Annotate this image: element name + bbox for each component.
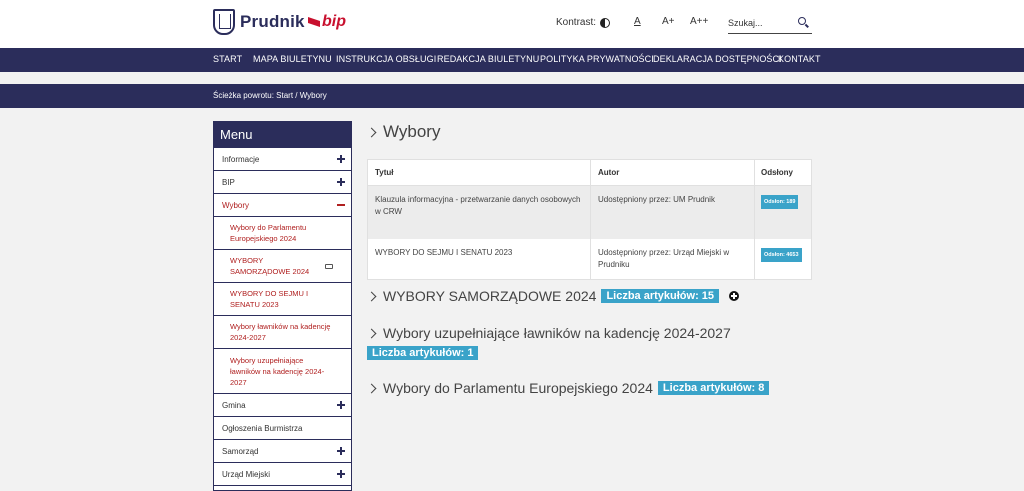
article-count-badge: Liczba artykułów: 8 [657,381,770,395]
table-row[interactable]: WYBORY DO SEJMU I SENATU 2023 Udostępnio… [368,239,811,279]
sidebar-item-label: Ogłoszenia Burmistrza [222,423,303,433]
views-badge: Odsłon: 189 [761,195,799,209]
coat-of-arms-icon [213,9,235,35]
page-title: Wybory [366,122,441,142]
row-author: Udostępniony przez: UM Prudnik [598,195,715,204]
logo-text: Prudnik [240,12,305,31]
column-header-author[interactable]: Autor [591,160,755,185]
sidebar-item-label: BIP [222,177,235,187]
sidebar-item-informacje[interactable]: Informacje [214,148,351,171]
expand-plus-icon[interactable] [337,470,345,478]
section-samorzadowe-2024[interactable]: WYBORY SAMORZĄDOWE 2024 Liczba artykułów… [366,288,740,304]
sidebar-subitem-label: Wybory uzupełniające ławników na kadencj… [230,355,325,387]
font-size-medium-button[interactable]: A+ [662,16,675,27]
sidebar-subitem-label: Wybory ławników na kadencję 2024-2027 [230,322,331,342]
bip-text: bip [322,13,346,30]
sidebar-subitem-label: Wybory do Parlamentu Europejskiego 2024 [230,223,307,243]
section-title[interactable]: Wybory uzupełniające ławników na kadencj… [383,325,731,341]
sidebar-item-wybory[interactable]: Wybory [214,194,351,217]
views-badge: Odsłon: 4653 [761,248,802,262]
search-box [728,12,812,34]
sidebar-item-label: Urząd Miejski [222,469,271,479]
main-navigation: START MAPA BIULETYNU INSTRUKCJA OBSŁUGI … [0,48,1024,72]
page-title-text: Wybory [383,122,441,141]
breadcrumb-bar: Ścieżka powrotu: Start / Wybory [0,84,1024,108]
nav-editorial[interactable]: REDAKCJA BIULETYNU [437,54,539,64]
section-parlament-2024[interactable]: Wybory do Parlamentu Europejskiego 2024 … [366,380,770,396]
search-icon[interactable] [798,17,806,25]
row-author: Udostępniony przez: Urząd Miejski w Prud… [598,248,730,269]
bip-flag-icon [308,17,320,27]
nav-contact[interactable]: KONTAKT [778,54,821,64]
table-header: Tytuł Autor Odsłony [368,160,811,186]
breadcrumb[interactable]: Ścieżka powrotu: Start / Wybory [213,91,327,100]
nav-privacy-policy[interactable]: POLITYKA PRYWATNOŚCI [540,54,654,64]
sidebar-item-bip[interactable]: BIP [214,171,351,194]
nav-instructions[interactable]: INSTRUKCJA OBSŁUGI [336,54,436,64]
site-logo[interactable]: Prudnik [213,9,305,35]
plus-circle-icon[interactable] [729,291,740,301]
sidebar-subitem-label: WYBORY SAMORZĄDOWE 2024 [230,256,310,276]
expand-plus-icon[interactable] [337,447,345,455]
nav-start[interactable]: START [213,54,242,64]
font-size-large-button[interactable]: A++ [690,16,708,27]
site-header: Prudnik bip Kontrast: A A+ A++ [0,0,1024,48]
sidebar-item-gmina[interactable]: Gmina [214,394,351,417]
nav-accessibility[interactable]: DEKLARACJA DOSTĘPNOŚCI [653,54,782,64]
contrast-label: Kontrast: [556,17,597,28]
chevron-right-icon [366,127,377,137]
bip-logo[interactable]: bip [308,13,346,31]
expand-plus-icon[interactable] [337,155,345,163]
expand-plus-icon[interactable] [337,178,345,186]
contrast-toggle-icon[interactable] [600,18,610,28]
sidebar-item-samorzad[interactable]: Samorząd [214,440,351,463]
menu-title: Menu [214,122,351,148]
expand-plus-icon[interactable] [337,401,345,409]
sidebar-item-label: Informacje [222,154,260,164]
articles-table: Tytuł Autor Odsłony Klauzula informacyjn… [367,159,812,280]
search-input[interactable] [728,17,792,28]
article-count-badge: Liczba artykułów: 15 [601,289,720,303]
chevron-right-icon [366,383,377,393]
table-row[interactable]: Klauzula informacyjna - przetwarzanie da… [368,186,811,239]
sidebar-item-urzad-miejski[interactable]: Urząd Miejski [214,463,351,486]
font-size-normal-button[interactable]: A [634,16,641,27]
sidebar-subitem-label: WYBORY DO SEJMU I SENATU 2023 [230,289,309,309]
nav-site-map[interactable]: MAPA BIULETYNU [253,54,332,64]
sidebar-subitem-lawnicy-uzupelniajace[interactable]: Wybory uzupełniające ławników na kadencj… [214,349,351,394]
article-count-badge: Liczba artykułów: 1 [367,346,479,360]
column-header-views[interactable]: Odsłony [755,160,811,185]
external-link-icon [325,264,333,269]
sidebar-item-ogloszenia[interactable]: Ogłoszenia Burmistrza [214,417,351,440]
collapse-minus-icon[interactable] [337,204,345,206]
sidebar-item-label: Samorząd [222,446,259,456]
section-title[interactable]: Wybory do Parlamentu Europejskiego 2024 [383,380,653,396]
row-title[interactable]: Klauzula informacyjna - przetwarzanie da… [375,194,583,218]
sidebar-subitem-lawnicy-2024[interactable]: Wybory ławników na kadencję 2024-2027 [214,316,351,349]
sidebar-menu: Menu Informacje BIP Wybory Wybory do Par… [213,121,352,491]
sidebar-subitem-sejm-senat-2023[interactable]: WYBORY DO SEJMU I SENATU 2023 [214,283,351,316]
column-header-title[interactable]: Tytuł [368,160,591,185]
section-lawnicy-uzupelniajace[interactable]: Wybory uzupełniające ławników na kadencj… [366,325,731,341]
row-title[interactable]: WYBORY DO SEJMU I SENATU 2023 [375,247,512,259]
sidebar-item-label: Wybory [222,200,250,210]
sidebar-subitem-samorzadowe-2024[interactable]: WYBORY SAMORZĄDOWE 2024 [214,250,351,283]
chevron-right-icon [366,291,377,301]
sidebar-item-label: Gmina [222,400,246,410]
sidebar-subitem-parlament-2024[interactable]: Wybory do Parlamentu Europejskiego 2024 [214,217,351,250]
section-title[interactable]: WYBORY SAMORZĄDOWE 2024 [383,288,596,304]
chevron-right-icon [366,328,377,338]
